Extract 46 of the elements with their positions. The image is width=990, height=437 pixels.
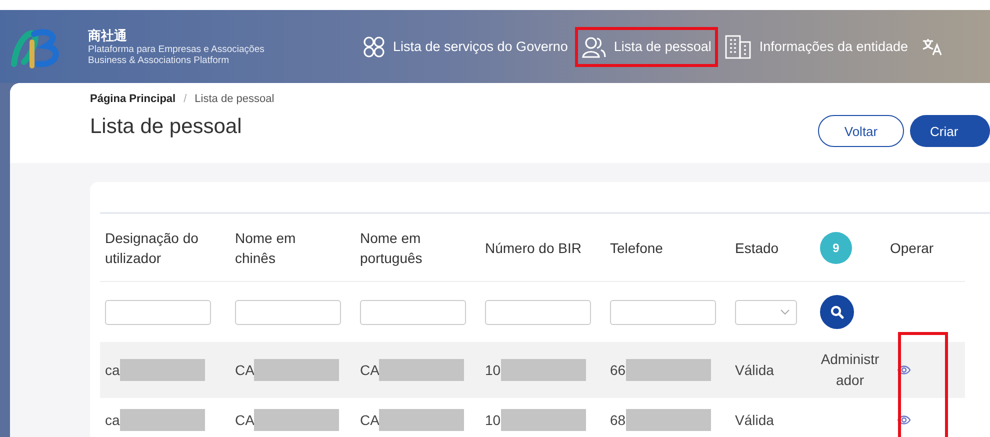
table-cell: Válida xyxy=(735,362,774,378)
table-cell: ca xyxy=(105,412,120,428)
table-cell: ca xyxy=(105,362,120,378)
brand-subtitle: Plataforma para Empresas e Associações xyxy=(88,44,266,54)
table-cell: 66 xyxy=(610,362,626,378)
column-header: Estado xyxy=(735,238,779,258)
column-header: Nome em chinês xyxy=(235,228,297,268)
column-header: Operar xyxy=(890,238,934,258)
back-button[interactable]: Voltar xyxy=(818,115,904,147)
building-icon xyxy=(725,34,752,58)
column-header: Nome em português xyxy=(360,228,424,268)
translate-icon xyxy=(922,38,942,56)
breadcrumb-separator: / xyxy=(184,93,187,105)
column-header: Telefone xyxy=(610,238,663,258)
column-header: Número do BIR xyxy=(485,238,582,258)
eye-icon[interactable] xyxy=(897,415,911,425)
status-select[interactable] xyxy=(735,300,797,324)
filter-field[interactable] xyxy=(360,300,466,324)
filter-field[interactable] xyxy=(610,300,716,324)
filter-field[interactable] xyxy=(235,300,341,324)
chevron-down-icon xyxy=(780,309,790,315)
page-title: Lista de pessoal xyxy=(90,115,243,139)
breadcrumb-item[interactable]: Página Principal xyxy=(90,93,176,105)
table-cell: CA xyxy=(235,362,254,378)
table-cell: CA xyxy=(360,362,380,378)
table-cell: 68 xyxy=(610,412,626,428)
table-cell: 10 xyxy=(485,412,501,428)
table-cell: Válida xyxy=(735,412,774,428)
brand-name: 商社通 xyxy=(88,28,128,44)
filter-field[interactable] xyxy=(105,300,211,324)
filter-field[interactable] xyxy=(485,300,591,324)
create-button[interactable]: Criar xyxy=(910,115,990,147)
search-button[interactable] xyxy=(820,295,854,329)
table-cell: CA xyxy=(235,412,254,428)
role-text: Administrador xyxy=(820,350,880,390)
grid-icon xyxy=(363,36,385,58)
brand-subtitle: Business & Associations Platform xyxy=(88,54,230,66)
table-cell: 10 xyxy=(485,362,501,378)
table-cell: CA xyxy=(360,412,380,428)
column-header: Designação do utilizador xyxy=(105,228,200,268)
nav-item[interactable]: Lista de serviços do Governo xyxy=(356,26,575,66)
people-icon xyxy=(582,36,606,58)
breadcrumb-item: Lista de pessoal xyxy=(194,93,274,105)
count-badge: 9 xyxy=(820,232,852,264)
search-icon xyxy=(830,305,844,319)
eye-icon[interactable] xyxy=(897,365,911,375)
